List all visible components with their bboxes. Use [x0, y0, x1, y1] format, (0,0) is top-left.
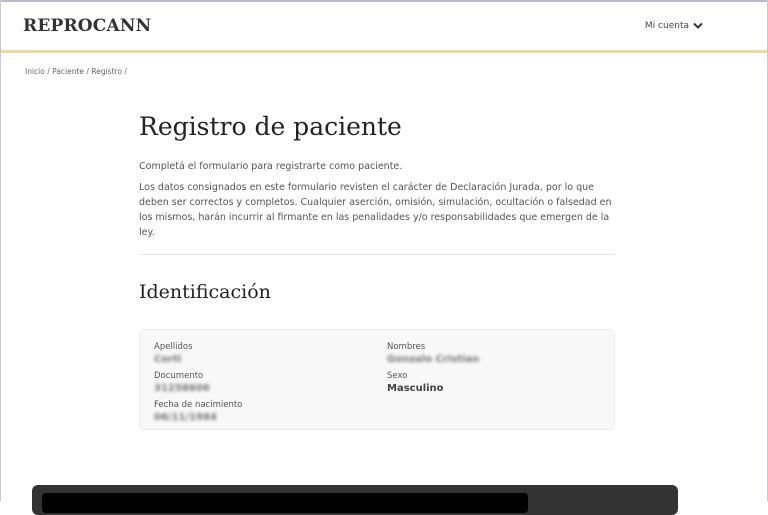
field-nombres: Nombres Gonzalo Cristian [387, 342, 600, 365]
divider [139, 254, 615, 255]
section-title: Identificación [139, 281, 271, 303]
bottom-overlay-bar [32, 485, 678, 515]
field-label: Fecha de nacimiento [154, 400, 243, 410]
field-value: Gonzalo Cristian [387, 354, 480, 365]
field-fecha-nacimiento: Fecha de nacimiento 06/11/1984 [154, 400, 387, 423]
field-value: Corti [154, 354, 182, 365]
identification-card: Apellidos Corti Nombres Gonzalo Cristian D… [139, 329, 615, 430]
site-header: REPROCANN Mi cuenta [1, 2, 767, 53]
account-menu[interactable]: Mi cuenta [645, 21, 703, 31]
field-apellidos: Apellidos Corti [154, 342, 387, 365]
chevron-down-icon [693, 22, 703, 29]
field-label: Nombres [387, 342, 426, 352]
intro-text: Completá el formulario para registrarte … [139, 161, 403, 172]
field-sexo: Sexo Masculino [387, 371, 600, 394]
breadcrumb[interactable]: Inicio / Paciente / Registro / [1, 53, 767, 76]
field-label: Documento [154, 371, 204, 381]
field-value: 31258606 [154, 383, 210, 394]
field-documento: Documento 31258606 [154, 371, 387, 394]
field-label: Sexo [387, 371, 408, 381]
logo[interactable]: REPROCANN [23, 16, 151, 36]
page-title: Registro de paciente [139, 112, 402, 141]
field-value: Masculino [387, 383, 444, 394]
account-label: Mi cuenta [644, 21, 689, 31]
registration-form: Registro de paciente Completá el formula… [139, 112, 615, 430]
overlay-inner [42, 493, 528, 513]
field-value: 06/11/1984 [154, 412, 217, 423]
field-label: Apellidos [154, 342, 193, 352]
disclaimer-text: Los datos consignados en este formulario… [139, 182, 612, 238]
